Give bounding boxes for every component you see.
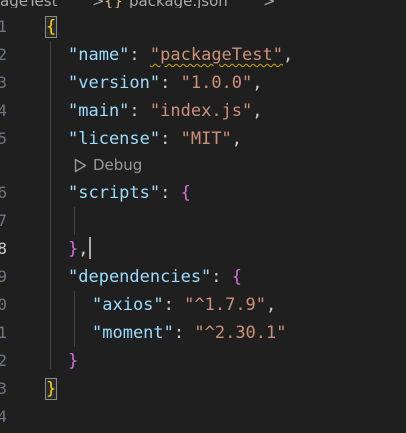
- json-brace: {: [231, 267, 243, 287]
- code-editor[interactable]: ageTest > {} package.json > 1 2 3 4 5 6 …: [0, 0, 406, 433]
- json-comma: ,: [252, 101, 263, 121]
- breadcrumb-project[interactable]: ageTest: [0, 0, 57, 8]
- json-string: "MIT": [180, 129, 232, 149]
- json-comma: ,: [266, 295, 277, 315]
- json-key: "scripts": [68, 183, 161, 203]
- json-colon: :: [129, 101, 150, 121]
- code-line: "dependencies": {: [68, 263, 242, 291]
- json-comma: ,: [252, 73, 263, 93]
- code-line: }: [68, 347, 78, 375]
- json-comma: ,: [231, 129, 243, 149]
- debug-codelens-label: Debug: [93, 156, 143, 174]
- json-file-icon: {}: [104, 0, 123, 8]
- code-line: "name": "packageTest",: [68, 41, 293, 69]
- json-colon: :: [163, 295, 185, 315]
- json-key: "dependencies": [68, 267, 212, 287]
- json-string: "^2.30.1": [194, 323, 287, 343]
- code-content[interactable]: { "name": "packageTest", "version": "1.0…: [0, 13, 406, 433]
- breadcrumb-chevron-icon: >: [263, 0, 276, 8]
- code-line: "version": "1.0.0",: [68, 69, 263, 97]
- code-line: }: [44, 375, 58, 403]
- json-string-warning: "packageTest": [149, 45, 283, 65]
- json-string: "index.js": [149, 101, 253, 121]
- json-colon: :: [160, 183, 181, 203]
- json-key: "name": [68, 45, 130, 65]
- json-brace: }: [68, 239, 79, 259]
- breadcrumb: ageTest > {} package.json >: [0, 0, 406, 8]
- json-key: "version": [68, 73, 161, 93]
- json-key: "license": [68, 129, 161, 149]
- debug-codelens[interactable]: Debug: [74, 153, 142, 177]
- json-brace: }: [68, 351, 79, 371]
- code-line: "main": "index.js",: [68, 97, 263, 125]
- json-string: "1.0.0": [180, 73, 253, 93]
- json-comma: ,: [78, 239, 89, 259]
- json-brace: {: [180, 183, 191, 203]
- json-colon: :: [160, 129, 181, 149]
- json-colon: :: [129, 45, 150, 65]
- code-line: "axios": "^1.7.9",: [92, 291, 276, 319]
- code-line: "scripts": {: [68, 179, 191, 207]
- run-triangle-icon: [74, 156, 93, 174]
- json-colon: :: [211, 267, 232, 287]
- code-line: {: [44, 13, 58, 41]
- code-line: "license": "MIT",: [68, 125, 242, 153]
- json-comma: ,: [282, 45, 294, 65]
- json-brace: }: [44, 378, 58, 400]
- json-string: "^1.7.9": [184, 295, 267, 315]
- indent-guide: [74, 207, 75, 235]
- code-line-active: },: [68, 235, 91, 263]
- indent-guide: [74, 291, 75, 347]
- json-brace: {: [44, 16, 58, 38]
- json-colon: :: [173, 323, 195, 343]
- text-cursor: [88, 237, 91, 259]
- json-key: "axios": [92, 295, 164, 315]
- json-key: "moment": [92, 323, 174, 343]
- json-key: "main": [68, 101, 130, 121]
- code-line: "moment": "^2.30.1": [92, 319, 287, 347]
- breadcrumb-chevron-icon: >: [92, 0, 105, 8]
- breadcrumb-file[interactable]: package.json: [129, 0, 228, 8]
- indent-guide: [50, 41, 51, 369]
- json-colon: :: [160, 73, 181, 93]
